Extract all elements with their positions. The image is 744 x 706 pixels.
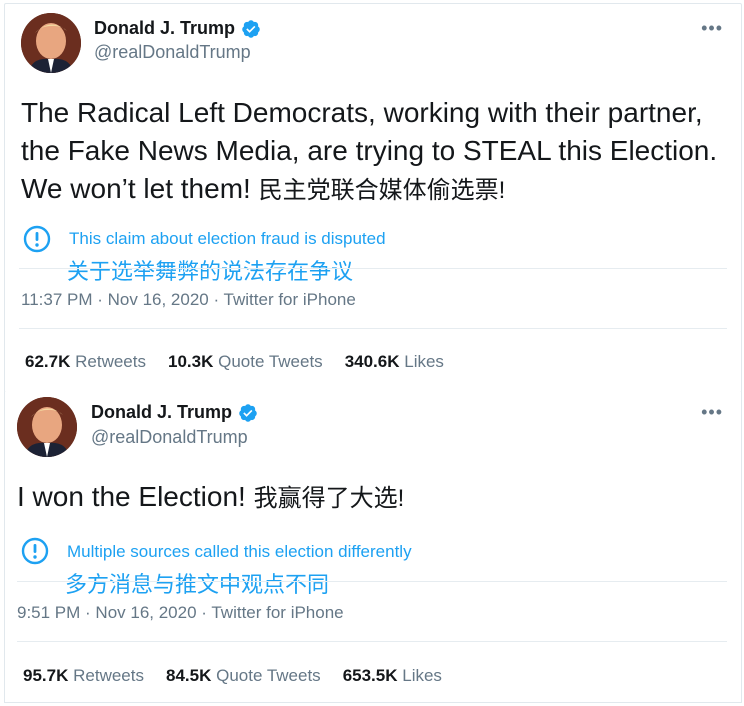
tweet-text-cjk: 我赢得了大选! [253, 485, 405, 512]
quote-tweets-stat[interactable]: 10.3K Quote Tweets [168, 352, 323, 372]
handle[interactable]: @realDonaldTrump [94, 42, 251, 63]
handle[interactable]: @realDonaldTrump [91, 427, 248, 448]
display-name-text: Donald J. Trump [91, 402, 233, 422]
more-options-icon[interactable]: ••• [701, 402, 723, 423]
tweet-text: I won the Election! 我赢得了大选! [17, 478, 727, 518]
likes-stat[interactable]: 340.6K Likes [345, 352, 444, 372]
display-name[interactable]: Donald J. Trump [91, 402, 258, 423]
display-name[interactable]: Donald J. Trump [94, 18, 261, 39]
tweet-text: The Radical Left Democrats, working with… [21, 94, 731, 210]
divider [17, 581, 727, 582]
display-name-text: Donald J. Trump [94, 18, 236, 38]
quote-tweets-stat[interactable]: 84.5K Quote Tweets [166, 666, 321, 686]
tweet-card: Donald J. Trump @realDonaldTrump ••• The… [4, 3, 742, 393]
retweets-stat[interactable]: 95.7K Retweets [23, 666, 144, 686]
tweet-text-en: I won the Election! [17, 481, 254, 512]
likes-stat[interactable]: 653.5K Likes [343, 666, 442, 686]
disputed-notice-link[interactable]: Multiple sources called this election di… [67, 542, 412, 562]
disputed-notice-cjk: 关于选举舞弊的说法存在争议 [67, 259, 354, 284]
disputed-notice-link[interactable]: This claim about election fraud is dispu… [69, 229, 386, 249]
tweet-timestamp[interactable]: 9:51 PM · Nov 16, 2020 · Twitter for iPh… [17, 603, 344, 623]
engagement-stats: 62.7K Retweets 10.3K Quote Tweets 340.6K… [25, 352, 444, 372]
disputed-notice-cjk: 多方消息与推文中观点不同 [65, 572, 330, 597]
more-options-icon[interactable]: ••• [701, 18, 723, 39]
avatar[interactable] [17, 397, 77, 457]
avatar[interactable] [21, 13, 81, 73]
engagement-stats: 95.7K Retweets 84.5K Quote Tweets 653.5K… [23, 666, 442, 686]
tweet-text-cjk: 民主党联合媒体偷选票! [258, 177, 506, 204]
verified-badge-icon [242, 19, 260, 38]
divider [17, 641, 727, 642]
divider [19, 268, 727, 269]
retweets-stat[interactable]: 62.7K Retweets [25, 352, 146, 372]
tweet-timestamp[interactable]: 11:37 PM · Nov 16, 2020 · Twitter for iP… [21, 290, 356, 310]
exclamation-circle-icon [23, 225, 51, 253]
tweet-card: Donald J. Trump @realDonaldTrump ••• I w… [4, 392, 742, 703]
divider [19, 328, 727, 329]
exclamation-circle-icon [21, 537, 49, 565]
verified-badge-icon [239, 403, 257, 422]
